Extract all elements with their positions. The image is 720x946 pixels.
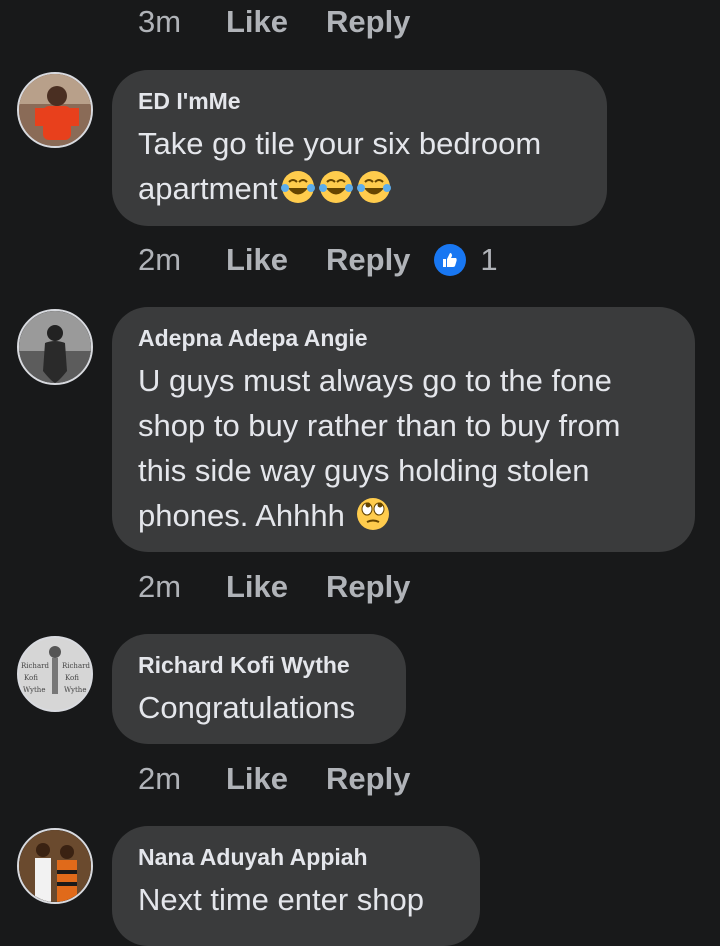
reply-button[interactable]: Reply <box>326 761 410 797</box>
avatar[interactable] <box>17 72 93 148</box>
like-button[interactable]: Like <box>226 242 326 278</box>
comment-author[interactable]: Richard Kofi Wythe <box>138 652 380 679</box>
comment-bubble: Richard Kofi Wythe Congratulations <box>112 634 406 744</box>
comment-bubble: Adepna Adepa Angie U guys must always go… <box>112 307 695 552</box>
comment-author[interactable]: ED I'mMe <box>138 88 581 115</box>
comment-actions: 3m Like Reply <box>138 4 410 40</box>
comment-bubble: Nana Aduyah Appiah Next time enter shop <box>112 826 480 946</box>
comment-timestamp: 2m <box>138 761 182 796</box>
svg-text:Kofi: Kofi <box>24 674 38 682</box>
reply-button[interactable]: Reply <box>326 4 410 40</box>
avatar[interactable] <box>17 309 93 385</box>
eye-roll-emoji-icon <box>355 496 391 532</box>
joy-emoji-icon <box>318 169 354 205</box>
thumbs-up-icon <box>434 244 467 276</box>
reply-button[interactable]: Reply <box>326 242 410 278</box>
comment-timestamp: 2m <box>138 242 182 277</box>
comment-author[interactable]: Adepna Adepa Angie <box>138 325 669 352</box>
comment-timestamp: 3m <box>138 4 182 39</box>
svg-text:Wythe: Wythe <box>64 686 86 694</box>
joy-emoji-icon <box>280 169 316 205</box>
reply-button[interactable]: Reply <box>326 569 410 605</box>
svg-text:Richard: Richard <box>21 662 49 670</box>
comment-text: Congratulations <box>138 690 356 725</box>
comment-author[interactable]: Nana Aduyah Appiah <box>138 844 454 871</box>
comment-text: Take go tile your six bedroom apartment <box>138 126 542 206</box>
svg-text:Kofi: Kofi <box>65 674 79 682</box>
svg-text:Richard: Richard <box>62 662 90 670</box>
avatar[interactable]: Richard Kofi Wythe Richard Kofi Wythe <box>17 636 93 712</box>
like-button[interactable]: Like <box>226 569 326 605</box>
joy-emoji-icon <box>356 169 392 205</box>
reaction-summary[interactable]: 1 <box>434 242 498 278</box>
like-button[interactable]: Like <box>226 4 326 40</box>
comment-timestamp: 2m <box>138 569 182 604</box>
comment-actions: 2m Like Reply <box>138 569 410 605</box>
comment-actions: 2m Like Reply <box>138 761 410 797</box>
reaction-count: 1 <box>480 242 498 277</box>
comment-text: Next time enter shop <box>138 882 425 917</box>
comment-text: U guys must always go to the fone shop t… <box>138 363 621 533</box>
comment-actions: 2m Like Reply 1 <box>138 242 498 278</box>
svg-text:Wythe: Wythe <box>23 686 45 694</box>
like-button[interactable]: Like <box>226 761 326 797</box>
avatar[interactable] <box>17 828 93 904</box>
comment-bubble: ED I'mMe Take go tile your six bedroom a… <box>112 70 607 226</box>
